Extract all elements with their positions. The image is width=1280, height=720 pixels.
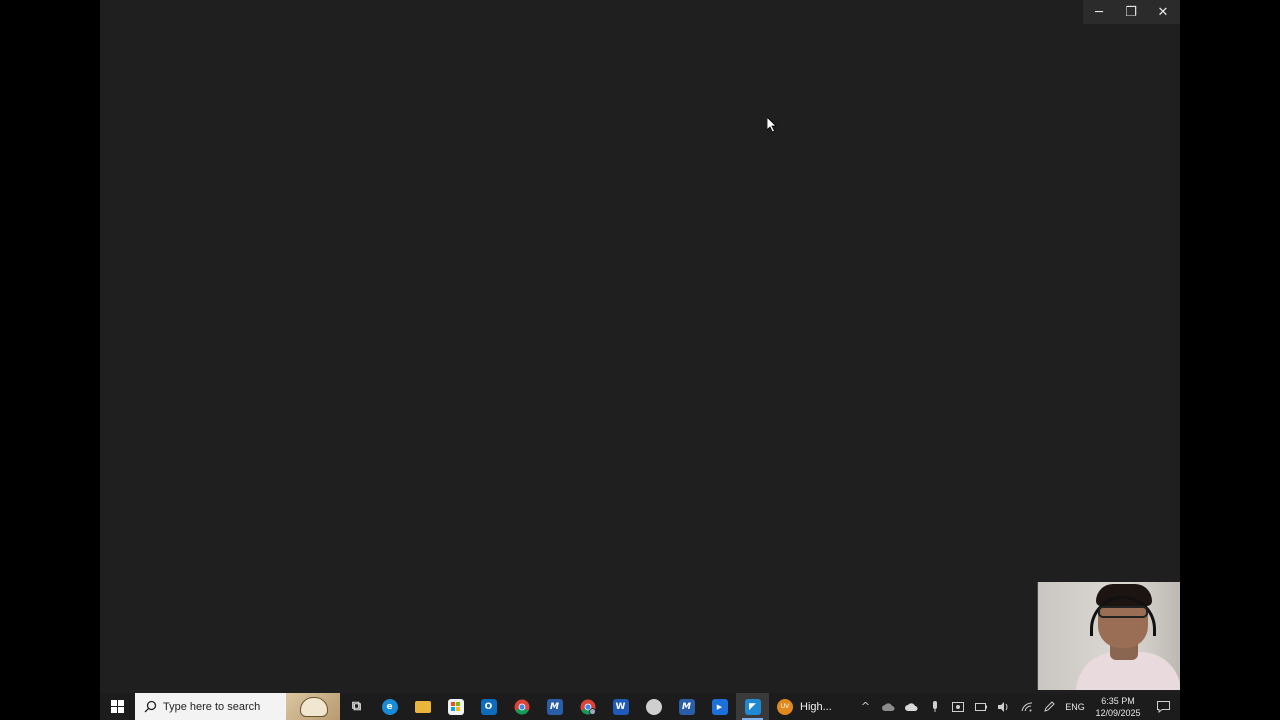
app-m-icon: M [546,698,563,715]
chrome-taskbar-button[interactable] [505,693,538,720]
input-language[interactable]: ENG [1061,702,1089,712]
vscode-taskbar-button[interactable]: ◤ [736,693,769,720]
battery-icon[interactable] [969,693,992,720]
minimize-button[interactable]: ─ [1083,0,1115,24]
close-button[interactable]: ✕ [1147,0,1179,24]
restore-button[interactable]: ❐ [1115,0,1147,24]
task-view-icon: ⧉ [351,699,362,714]
vscode-icon: ◤ [744,698,761,715]
windows-logo-icon [111,700,124,713]
zoom-taskbar-button[interactable]: ▶ [703,693,736,720]
start-button[interactable] [100,693,135,720]
webcam-overlay [1037,582,1180,690]
edge-taskbar-button[interactable]: e [373,693,406,720]
clock-date: 12/09/2025 [1095,707,1141,718]
microsoft-store-icon [447,698,464,715]
window-controls: ─ ❐ ✕ [1083,0,1180,24]
word-taskbar-button[interactable]: W [604,693,637,720]
screen-capture-icon[interactable] [946,693,969,720]
clock-time: 6:35 PM [1101,695,1135,706]
outlook-taskbar-button[interactable]: O [472,693,505,720]
app-m-alt-taskbar-button[interactable]: M [670,693,703,720]
search-placeholder: Type here to search [163,700,261,713]
word-icon: W [612,698,629,715]
edge-icon: e [381,698,398,715]
chrome-profile-taskbar-button[interactable] [571,693,604,720]
task-view-button[interactable]: ⧉ [340,693,373,720]
weather-widget[interactable]: UV High... [777,693,847,720]
mouse-cursor-icon [767,117,777,133]
taskbar: Type here to search ⧉ e O M W M ▶ ◤ UV H… [100,693,1180,720]
volume-icon[interactable] [992,693,1015,720]
notification-center-button[interactable] [1147,693,1180,720]
chrome-profile-icon [580,699,596,715]
file-explorer-taskbar-button[interactable] [406,693,439,720]
zoom-icon: ▶ [711,698,728,715]
notification-icon [1157,700,1170,713]
app-generic-icon [645,698,662,715]
pen-icon[interactable] [1038,693,1061,720]
microphone-icon[interactable] [923,693,946,720]
app-m-taskbar-button[interactable]: M [538,693,571,720]
search-icon [144,700,157,713]
uv-index-icon: UV [777,698,793,715]
cloud-icon[interactable] [900,693,923,720]
chrome-icon [514,699,529,715]
app-m-alt-icon: M [678,698,695,715]
outlook-icon: O [480,698,497,715]
store-taskbar-button[interactable] [439,693,472,720]
desktop-area: ─ ❐ ✕ [100,0,1180,720]
taskbar-search-box[interactable]: Type here to search [135,693,340,720]
file-explorer-icon [414,700,431,713]
taskbar-clock[interactable]: 6:35 PM 12/09/2025 [1089,695,1147,719]
app-generic-taskbar-button[interactable] [637,693,670,720]
system-tray: ^ ENG 6:35 PM 12/09/2025 [854,693,1180,720]
search-highlight-image [286,693,340,720]
weather-label: High... [800,700,832,713]
onedrive-icon[interactable] [877,693,900,720]
show-hidden-icons-chevron-icon[interactable]: ^ [854,693,877,720]
wifi-icon[interactable] [1015,693,1038,720]
